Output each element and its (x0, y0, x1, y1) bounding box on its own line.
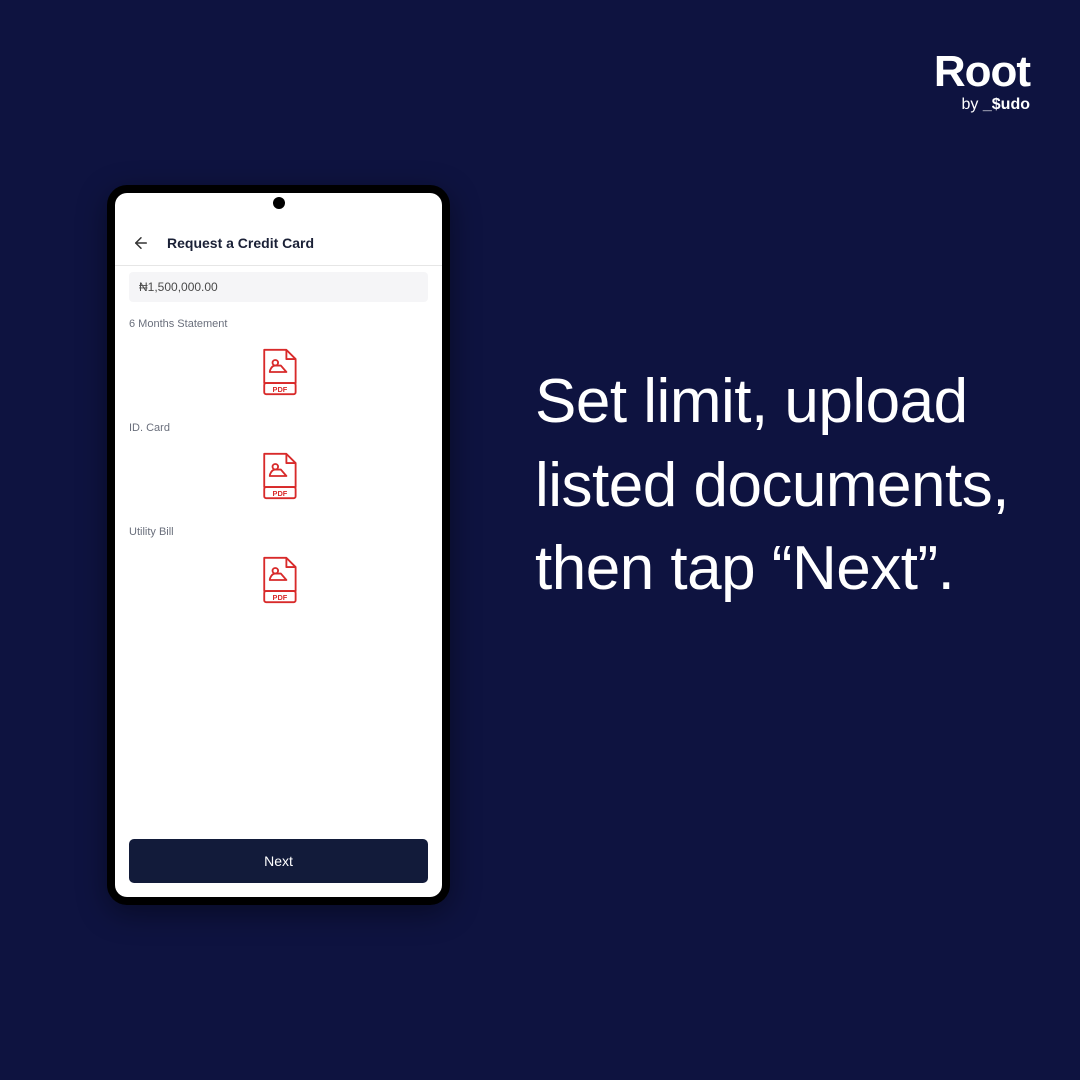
header-divider (115, 265, 442, 266)
phone-camera-dot (273, 197, 285, 209)
brand-by-prefix: by (962, 96, 983, 113)
brand-by-sudo: _$udo (983, 96, 1030, 113)
amount-input[interactable]: ₦1,500,000.00 (129, 272, 428, 302)
upload-slot-utility[interactable]: PDF (129, 556, 428, 604)
app-footer: Next (115, 825, 442, 897)
back-button[interactable] (131, 233, 151, 253)
svg-text:PDF: PDF (272, 489, 287, 498)
section-label-utility: Utility Bill (129, 526, 428, 538)
svg-text:PDF: PDF (272, 593, 287, 602)
section-label-statement: 6 Months Statement (129, 318, 428, 330)
phone-mockup: Request a Credit Card ₦1,500,000.00 6 Mo… (107, 185, 450, 905)
section-label-idcard: ID. Card (129, 422, 428, 434)
page-title: Request a Credit Card (167, 235, 314, 251)
arrow-left-icon (132, 234, 150, 252)
app-header: Request a Credit Card (115, 221, 442, 265)
brand-byline: by _$udo (934, 96, 1030, 114)
pdf-icon: PDF (258, 556, 300, 604)
upload-slot-idcard[interactable]: PDF (129, 452, 428, 500)
pdf-icon: PDF (258, 348, 300, 396)
next-button[interactable]: Next (129, 839, 428, 883)
phone-screen: Request a Credit Card ₦1,500,000.00 6 Mo… (115, 193, 442, 897)
pdf-icon: PDF (258, 452, 300, 500)
app-body: ₦1,500,000.00 6 Months Statement PDF ID.… (115, 272, 442, 825)
app-container: Request a Credit Card ₦1,500,000.00 6 Mo… (115, 193, 442, 897)
brand-name: Root (934, 50, 1030, 94)
svg-text:PDF: PDF (272, 385, 287, 394)
upload-slot-statement[interactable]: PDF (129, 348, 428, 396)
instruction-text: Set limit, upload listed documents, then… (535, 360, 1080, 611)
brand-logo: Root by _$udo (934, 50, 1030, 114)
